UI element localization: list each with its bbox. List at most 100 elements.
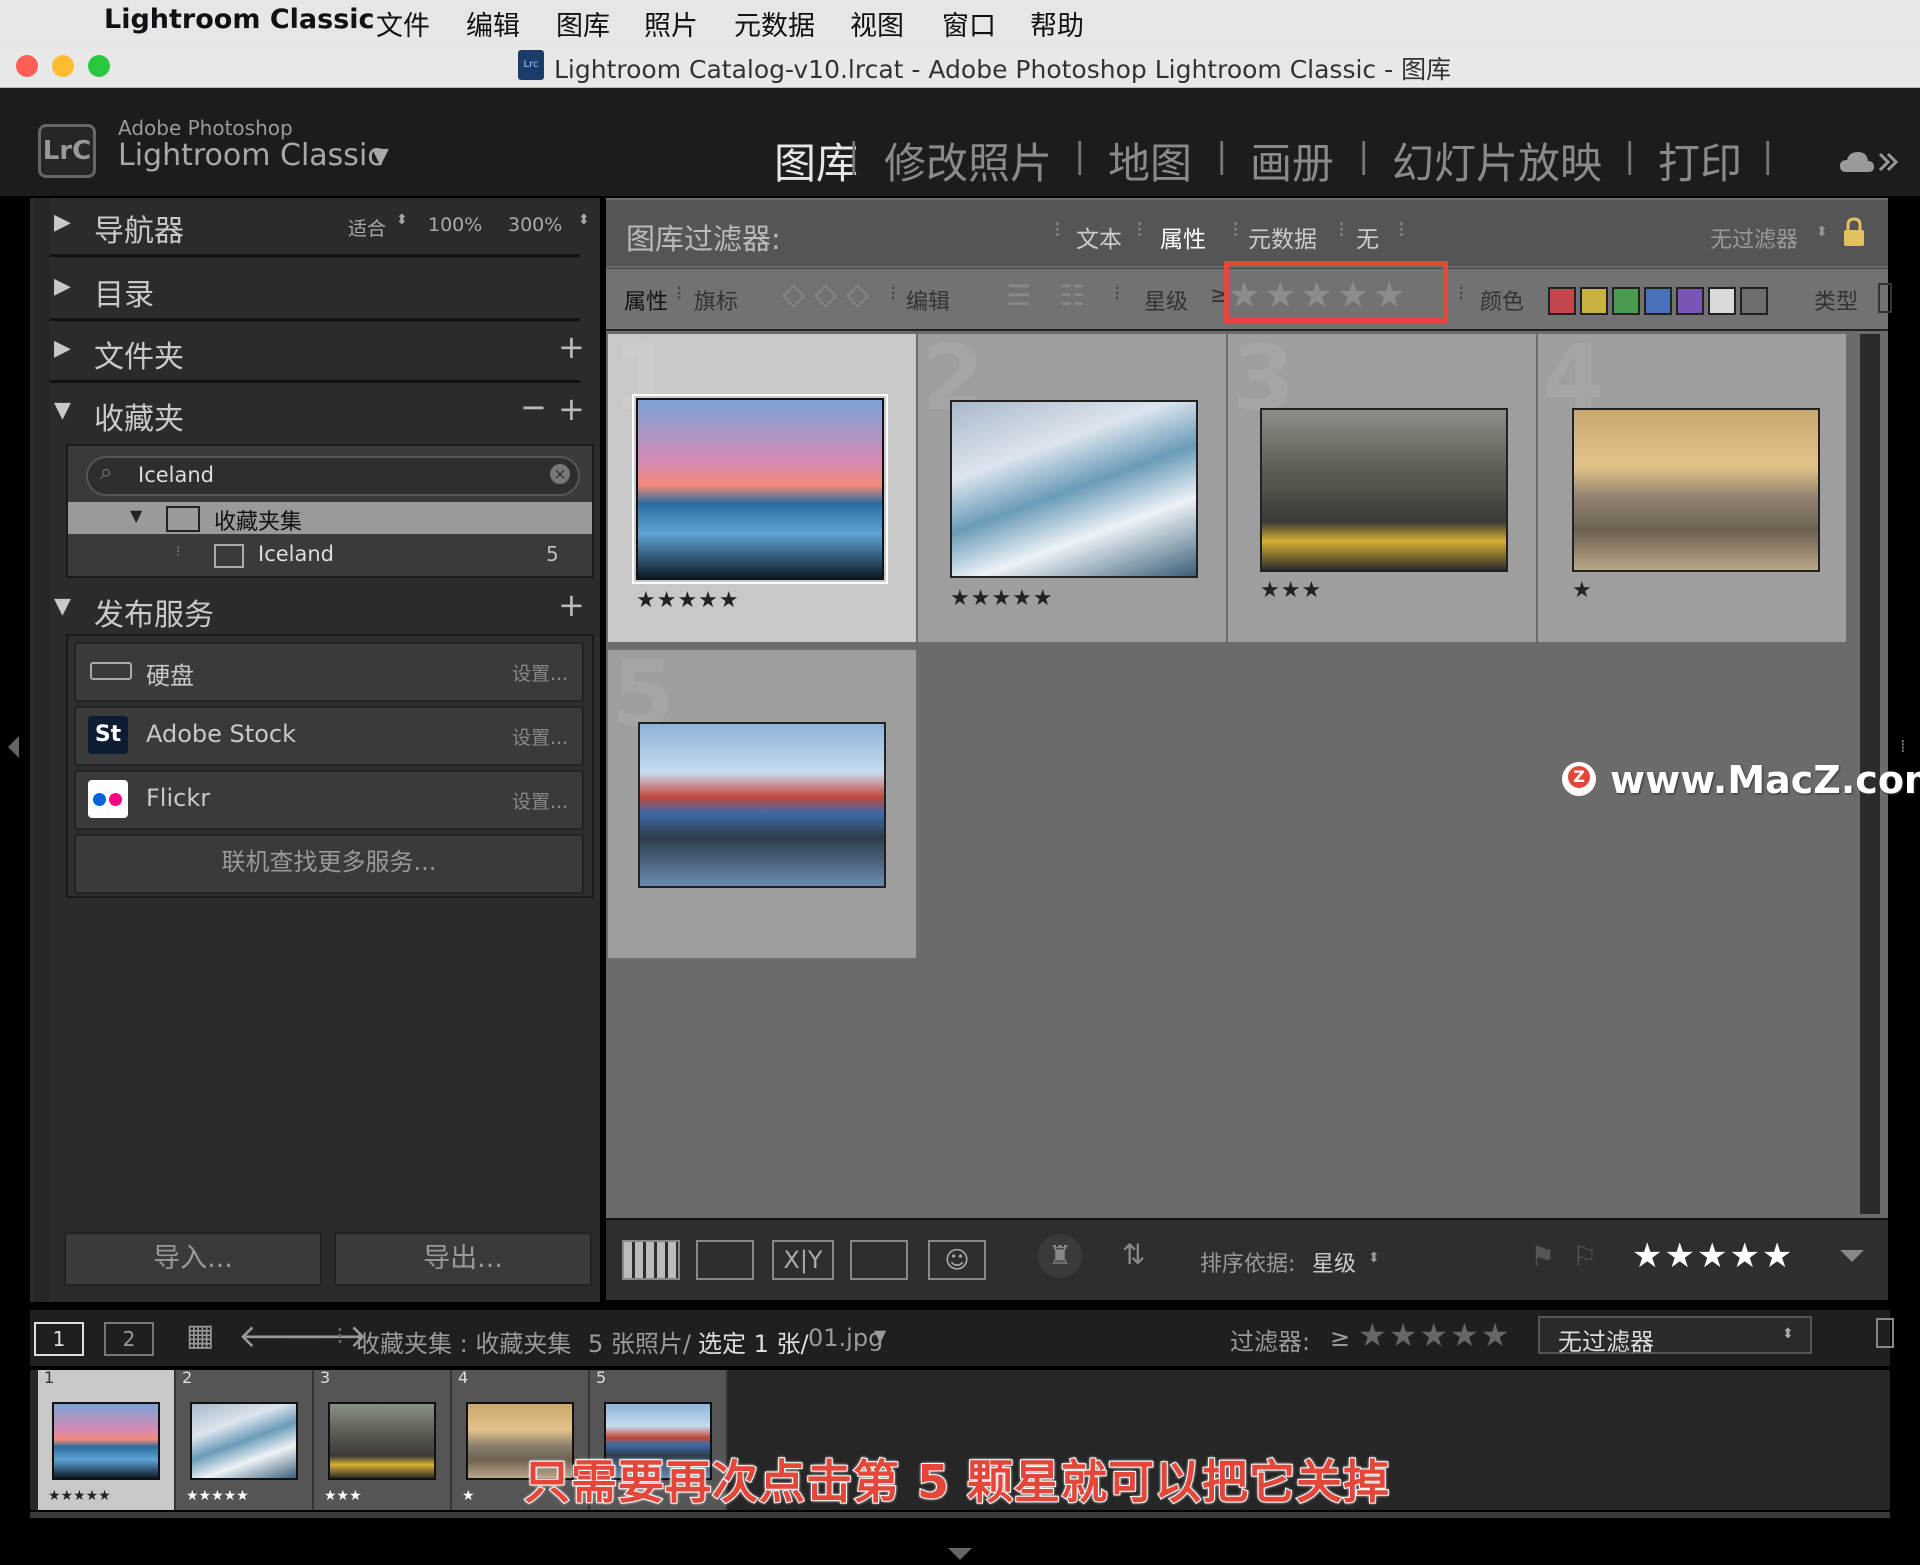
expand-triangle-icon[interactable]: ▶ (54, 210, 71, 235)
painter-spray-icon[interactable]: ♜ (1038, 1234, 1082, 1278)
menu-library[interactable]: 图库 (556, 4, 610, 43)
collections-panel-header[interactable]: ▼ 收藏夹 − + (50, 386, 585, 442)
flag-pick-filter-icon[interactable]: ◇ (782, 277, 805, 312)
clear-search-icon[interactable]: × (550, 464, 570, 484)
grid-cell-selected[interactable]: 1 ★★★★★ (608, 326, 916, 642)
current-filename[interactable]: 01.jpg (808, 1324, 883, 1352)
service-setup-link[interactable]: 设置... (512, 787, 568, 814)
photo-thumbnail[interactable] (638, 722, 886, 888)
filter-operator[interactable]: ≥ (1330, 1324, 1350, 1352)
filmstrip-cell-selected[interactable]: 1 ★★★★★ (38, 1368, 176, 1510)
service-adobe-stock[interactable]: St Adobe Stock 设置... (74, 706, 584, 766)
close-window-button[interactable] (16, 55, 38, 77)
filename-dropdown-icon[interactable]: ▼ (874, 1326, 886, 1345)
export-button[interactable]: 导出... (334, 1232, 592, 1286)
filmstrip-cell[interactable]: 2 ★★★★★ (176, 1368, 314, 1510)
identity-dropdown-icon[interactable]: ▼ (372, 144, 389, 169)
grid-cell[interactable]: 5 (608, 642, 916, 958)
filter-tab-attribute[interactable]: 属性 (1160, 220, 1206, 254)
app-menu[interactable]: Lightroom Classic (104, 4, 375, 35)
service-setup-link[interactable]: 设置... (512, 659, 568, 686)
right-panel-toggle-icon[interactable]: ⁞ (1900, 736, 1906, 757)
unedited-filter-icon[interactable]: ☷ (1060, 279, 1085, 312)
left-panel-toggle-icon[interactable] (8, 736, 19, 758)
menu-metadata[interactable]: 元数据 (734, 4, 815, 43)
photo-thumbnail[interactable] (1260, 408, 1508, 572)
filter-tab-none[interactable]: 无 (1356, 220, 1379, 254)
filter-lock-icon[interactable] (1842, 216, 1866, 248)
cell-rating-stars[interactable]: ★★★ (1260, 578, 1322, 603)
folders-panel-header[interactable]: ▶ 文件夹 + (50, 324, 585, 383)
remove-collection-icon[interactable]: − (520, 388, 547, 426)
flag-rejected-filter-icon[interactable]: ◇ (846, 277, 869, 312)
menu-view[interactable]: 视图 (850, 4, 904, 43)
color-label-blue[interactable] (1644, 287, 1672, 315)
color-label-purple[interactable] (1676, 287, 1704, 315)
expand-triangle-icon[interactable]: ▶ (54, 336, 71, 361)
filmstrip-thumbnail[interactable] (52, 1402, 160, 1480)
cell-rating-stars[interactable]: ★★★★★ (636, 588, 740, 613)
color-label-yellow[interactable] (1580, 287, 1608, 315)
edited-filter-icon[interactable]: ☰ (1006, 279, 1031, 312)
color-label-green[interactable] (1612, 287, 1640, 315)
flag-reject-icon[interactable]: ⚐ (1572, 1240, 1597, 1273)
cloud-sync-icon[interactable] (1838, 146, 1898, 178)
flag-pick-icon[interactable]: ⚑ (1530, 1240, 1555, 1273)
add-folder-icon[interactable]: + (558, 328, 585, 366)
main-window-button[interactable]: 1 (34, 1322, 84, 1356)
add-publish-service-icon[interactable]: + (558, 586, 585, 624)
module-map[interactable]: 地图 (1108, 130, 1192, 191)
menu-help[interactable]: 帮助 (1030, 4, 1084, 43)
color-label-red[interactable] (1548, 287, 1576, 315)
collapse-triangle-icon[interactable]: ▼ (54, 398, 71, 423)
sort-direction-icon[interactable]: ⇅ (1122, 1238, 1145, 1271)
loupe-view-icon[interactable] (696, 1240, 754, 1280)
zoom-stepper-icon[interactable]: ⬍ (578, 212, 590, 228)
menu-window[interactable]: 窗口 (942, 4, 996, 43)
zoom-window-button[interactable] (88, 55, 110, 77)
find-more-services-button[interactable]: 联机查找更多服务... (74, 834, 584, 894)
cell-rating-stars[interactable]: ★ (1572, 578, 1593, 603)
grid-view-icon[interactable] (622, 1240, 680, 1280)
catalog-panel-header[interactable]: ▶ 目录 (50, 262, 580, 321)
toolbar-rating-stars[interactable]: ★★★★★ (1632, 1236, 1794, 1276)
filmstrip-thumbnail[interactable] (328, 1402, 436, 1480)
file-type-icon[interactable] (1878, 283, 1892, 313)
source-path[interactable]: 收藏夹集 : 收藏夹集 (356, 1324, 571, 1359)
menu-photo[interactable]: 照片 (644, 4, 698, 43)
grid-cell[interactable]: 4 ★ (1538, 326, 1846, 642)
zoom-300-option[interactable]: 300% (508, 214, 562, 236)
color-label-none[interactable] (1740, 287, 1768, 315)
filmstrip-cell[interactable]: 3 ★★★ (314, 1368, 452, 1510)
add-collection-icon[interactable]: + (558, 390, 585, 428)
menu-edit[interactable]: 编辑 (466, 4, 520, 43)
publish-panel-header[interactable]: ▼ 发布服务 + (50, 582, 585, 638)
filmstrip-lock-switch[interactable] (1876, 1318, 1894, 1348)
grid-cell[interactable]: 3 ★★★ (1228, 326, 1536, 642)
collection-row-iceland[interactable]: ⁝ Iceland 5 (68, 538, 592, 572)
service-flickr[interactable]: Flickr 设置... (74, 770, 584, 830)
module-book[interactable]: 画册 (1250, 130, 1334, 191)
collection-set-row[interactable]: ▼ 收藏夹集 (68, 502, 592, 535)
photo-thumbnail[interactable] (950, 400, 1198, 578)
module-print[interactable]: 打印 (1658, 130, 1742, 191)
survey-view-icon[interactable] (850, 1240, 908, 1280)
filter-preset-dropdown[interactable]: 无过滤器 (1710, 222, 1798, 254)
zoom-stepper-icon[interactable]: ⬍ (396, 212, 408, 228)
filter-tab-text[interactable]: 文本 (1076, 220, 1122, 254)
zoom-fit-option[interactable]: 适合 (348, 214, 386, 241)
module-slideshow[interactable]: 幻灯片放映 (1392, 130, 1602, 191)
filmstrip-filter-dropdown[interactable]: 无过滤器 ⬍ (1538, 1316, 1812, 1356)
minimize-window-button[interactable] (52, 55, 74, 77)
navigator-panel-header[interactable]: ▶ 导航器 适合 ⬍ 100% 300% ⬍ (50, 198, 590, 257)
import-button[interactable]: 导入... (64, 1232, 322, 1286)
sort-dropdown[interactable]: 星级 (1312, 1246, 1356, 1278)
service-hard-drive[interactable]: 硬盘 设置... (74, 642, 584, 702)
expand-triangle-icon[interactable]: ▼ (130, 506, 142, 525)
filmstrip-thumbnail[interactable] (190, 1402, 298, 1480)
zoom-100-option[interactable]: 100% (428, 214, 482, 236)
filmstrip-scrollbar[interactable] (30, 1512, 1890, 1518)
bottom-panel-toggle-icon[interactable] (948, 1548, 972, 1560)
sort-stepper-icon[interactable]: ⬍ (1368, 1250, 1380, 1266)
filter-tab-metadata[interactable]: 元数据 (1248, 220, 1317, 254)
